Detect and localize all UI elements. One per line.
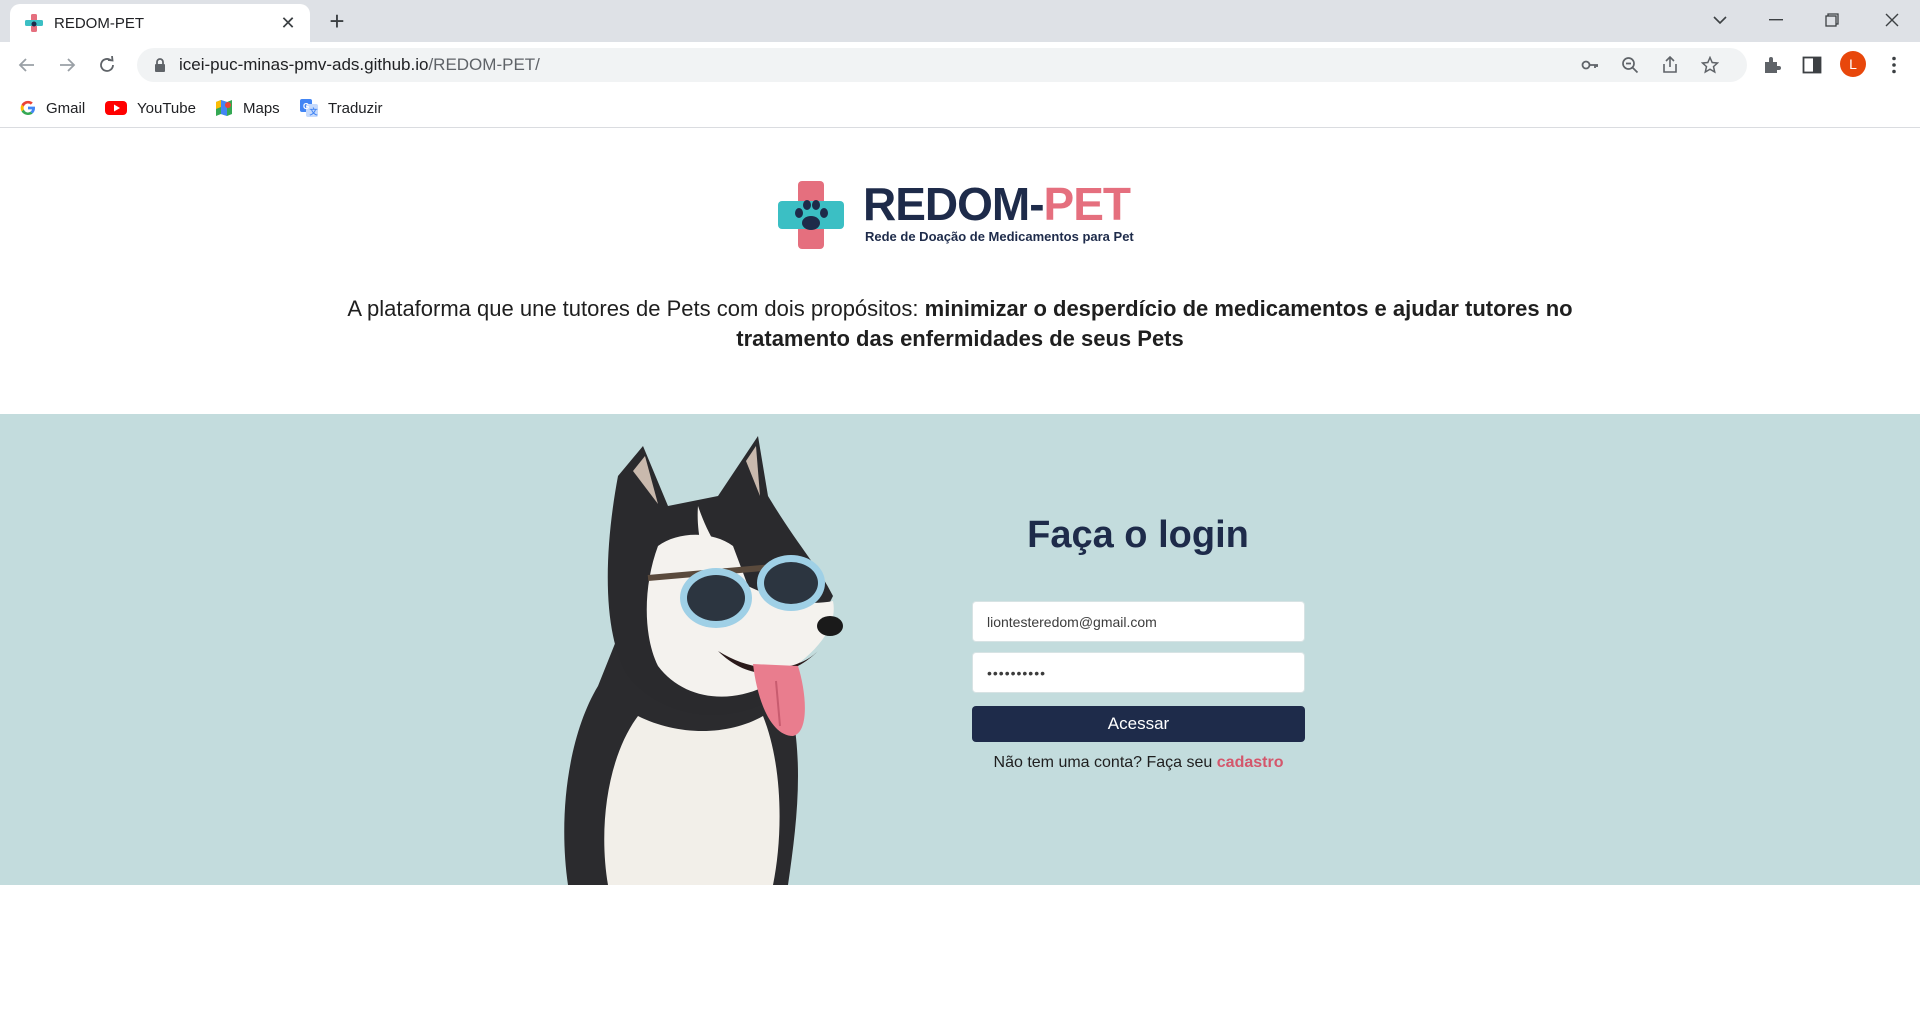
medical-cross-paw-icon	[778, 181, 844, 249]
svg-text:G: G	[303, 102, 309, 111]
maps-icon	[216, 100, 232, 116]
new-tab-button[interactable]: +	[322, 6, 352, 36]
husky-sunglasses-image	[564, 436, 843, 885]
page-content: REDOM-PET Rede de Doação de Medicamentos…	[0, 129, 1920, 1017]
tab-strip: REDOM-PET ✕ +	[0, 0, 1920, 42]
svg-text:文: 文	[310, 107, 319, 117]
logo-wordmark: REDOM-PET	[863, 178, 1131, 230]
bookmark-label: Traduzir	[328, 99, 383, 117]
google-icon	[20, 100, 35, 115]
password-field[interactable]: ••••••••••	[972, 652, 1305, 693]
address-bar[interactable]: icei-puc-minas-pmv-ads.github.io/REDOM-P…	[137, 48, 1747, 82]
zoom-out-icon[interactable]	[1621, 56, 1639, 74]
signup-link[interactable]: cadastro	[1217, 754, 1284, 771]
email-field[interactable]: liontesteredom@gmail.com	[972, 601, 1305, 642]
tab-search-icon[interactable]	[1692, 0, 1748, 40]
login-button[interactable]: Acessar	[972, 706, 1305, 742]
tab-close-icon[interactable]: ✕	[278, 13, 298, 33]
bookmark-star-icon[interactable]	[1701, 56, 1719, 74]
url-host: icei-puc-minas-pmv-ads.github.io	[179, 55, 429, 74]
bookmarks-bar: Gmail YouTube Maps G文 Traduzir	[0, 88, 1920, 128]
share-icon[interactable]	[1661, 56, 1679, 74]
login-section: Faça o login liontesteredom@gmail.com ••…	[0, 414, 1920, 885]
youtube-icon	[105, 101, 127, 115]
browser-toolbar: icei-puc-minas-pmv-ads.github.io/REDOM-P…	[0, 42, 1920, 88]
side-panel-icon[interactable]	[1800, 53, 1824, 77]
redom-pet-favicon-icon	[25, 14, 43, 32]
url-path: /REDOM-PET/	[428, 55, 540, 74]
extensions-icon[interactable]	[1760, 53, 1784, 77]
signup-text: Não tem uma conta? Faça seu	[993, 754, 1217, 771]
bookmark-gmail[interactable]: Gmail	[20, 97, 85, 119]
login-title: Faça o login	[1027, 514, 1249, 556]
lock-icon[interactable]	[153, 57, 167, 73]
reload-icon	[100, 56, 114, 72]
bookmark-label: Gmail	[46, 99, 86, 117]
bookmark-youtube[interactable]: YouTube	[105, 97, 196, 119]
redom-pet-logo[interactable]: REDOM-PET Rede de Doação de Medicamentos…	[778, 177, 1144, 251]
key-icon[interactable]	[1581, 56, 1599, 74]
reload-button[interactable]	[91, 49, 123, 81]
back-button[interactable]	[11, 49, 43, 81]
bookmark-maps[interactable]: Maps	[215, 97, 280, 119]
bookmark-traduzir[interactable]: G文 Traduzir	[300, 97, 382, 119]
bookmark-label: Maps	[243, 99, 280, 117]
tagline: A plataforma que une tutores de Pets com…	[320, 294, 1600, 354]
tab-title: REDOM-PET	[54, 14, 144, 32]
minimize-button[interactable]	[1748, 0, 1804, 40]
forward-button[interactable]	[51, 49, 83, 81]
translate-icon: G文	[300, 99, 318, 117]
signup-prompt: Não tem uma conta? Faça seu cadastro	[972, 754, 1305, 772]
logo-subtitle: Rede de Doação de Medicamentos para Pet	[865, 229, 1134, 244]
tagline-normal: A plataforma que une tutores de Pets com…	[347, 296, 925, 321]
back-arrow-icon	[18, 58, 34, 72]
profile-avatar[interactable]: L	[1840, 51, 1866, 77]
browser-tab[interactable]: REDOM-PET ✕	[10, 4, 310, 42]
menu-kebab-icon[interactable]	[1882, 53, 1906, 77]
forward-arrow-icon	[60, 58, 76, 72]
bookmark-label: YouTube	[137, 99, 196, 117]
restore-button[interactable]	[1804, 0, 1860, 40]
close-window-button[interactable]	[1864, 0, 1920, 40]
